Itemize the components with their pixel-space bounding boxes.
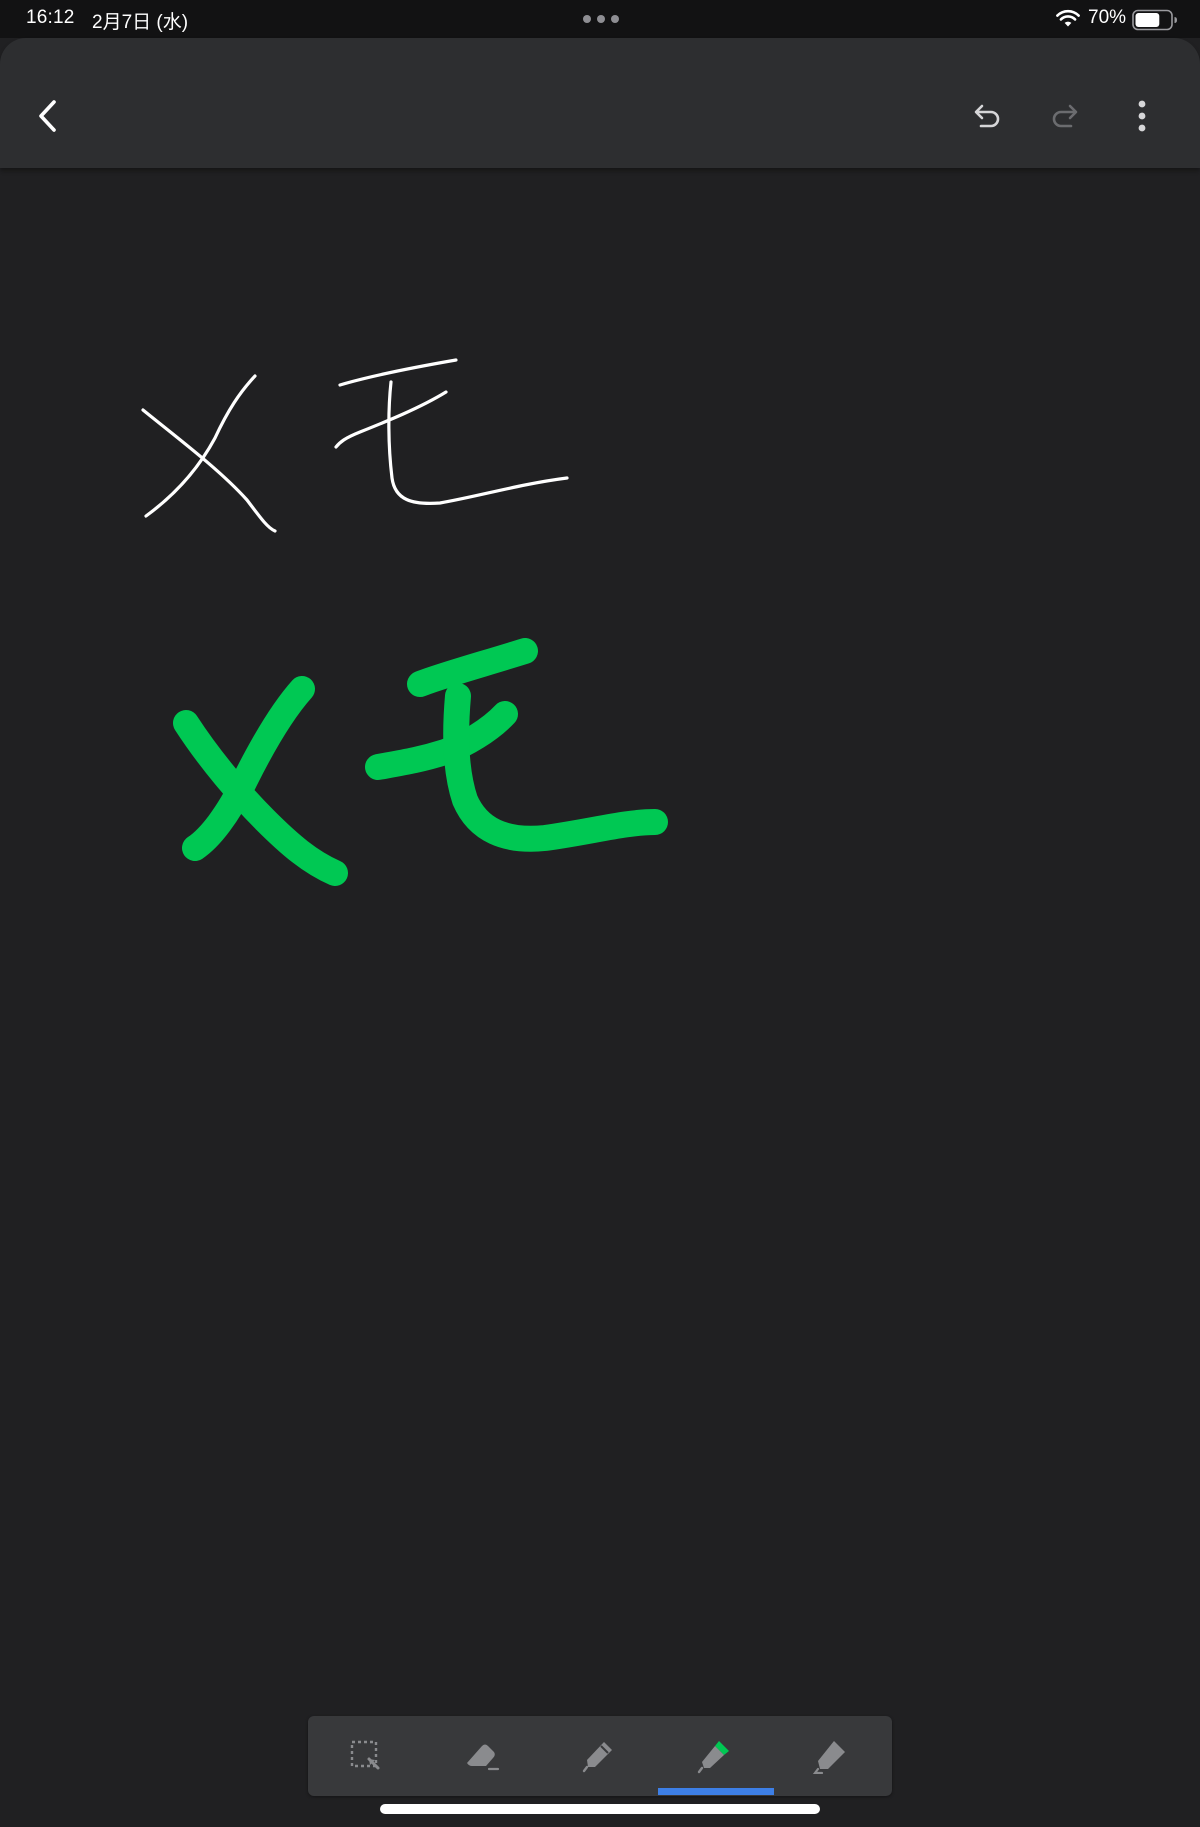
status-date: 2月7日 (水) xyxy=(92,12,189,33)
active-tool-indicator xyxy=(658,1788,774,1795)
lasso-select-icon xyxy=(350,1740,380,1770)
chevron-left-icon xyxy=(39,100,56,132)
undo-icon xyxy=(974,104,1000,128)
wifi-icon xyxy=(1056,9,1080,27)
ellipsis-icon[interactable] xyxy=(582,14,620,24)
more-vertical-icon xyxy=(1138,100,1146,132)
highlighter-tool[interactable] xyxy=(772,1716,888,1796)
more-button[interactable] xyxy=(1112,86,1172,146)
highlighter-icon xyxy=(812,1741,845,1774)
eraser-tool[interactable] xyxy=(424,1716,540,1796)
top-app-bar xyxy=(0,38,1200,168)
undo-button[interactable] xyxy=(958,86,1018,146)
redo-button[interactable] xyxy=(1034,86,1094,146)
pen-tool[interactable] xyxy=(540,1716,656,1796)
home-indicator[interactable] xyxy=(380,1804,820,1814)
lasso-select-tool[interactable] xyxy=(308,1716,424,1796)
pen-icon xyxy=(582,1742,612,1773)
tool-palette xyxy=(308,1716,892,1796)
drawing-canvas[interactable] xyxy=(0,168,1200,1827)
redo-icon xyxy=(1052,104,1078,128)
battery-icon xyxy=(1132,9,1177,31)
screen: 16:12 2月7日 (水) 70% xyxy=(0,0,1200,1827)
status-bar: 16:12 2月7日 (水) 70% xyxy=(0,0,1200,38)
marker-icon xyxy=(697,1741,729,1774)
back-button[interactable] xyxy=(18,86,78,146)
battery-percent: 70% xyxy=(1088,7,1127,28)
eraser-icon xyxy=(467,1744,500,1771)
marker-tool[interactable] xyxy=(656,1716,772,1796)
status-time: 16:12 xyxy=(26,7,75,28)
